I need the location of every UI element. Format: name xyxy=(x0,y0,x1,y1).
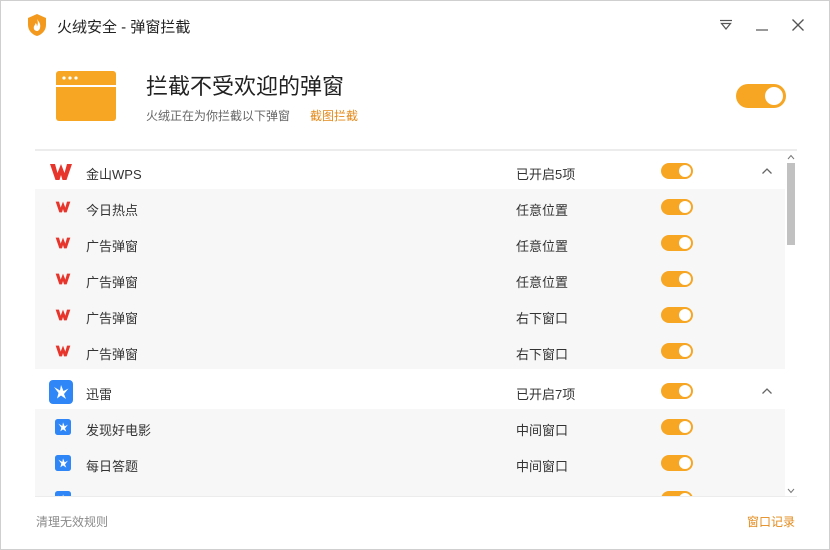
screenshot-block-link[interactable]: 截图拦截 xyxy=(310,107,358,124)
group-row-wps[interactable]: 金山WPS 已开启5项 xyxy=(35,153,785,189)
page-title: 拦截不受欢迎的弹窗 xyxy=(146,74,345,99)
scroll-down-arrow-icon[interactable] xyxy=(787,487,795,495)
page-subtitle: 火绒正在为你拦截以下弹窗 xyxy=(146,109,291,123)
popup-rule-list: 金山WPS 已开启5项 今日热点 任意位置 广告弹窗 任意位置 广告弹窗 任意位… xyxy=(35,149,797,497)
rule-toggle[interactable] xyxy=(661,343,693,359)
rule-row: 广告弹窗 右下窗口 xyxy=(35,333,785,369)
rule-toggle[interactable] xyxy=(661,199,693,215)
master-toggle[interactable] xyxy=(736,84,786,108)
rule-row: 广告弹窗 任意位置 xyxy=(35,225,785,261)
rule-toggle[interactable] xyxy=(661,419,693,435)
rule-name: 广告弹窗 xyxy=(86,275,139,290)
rule-name: 广告弹窗 xyxy=(86,239,139,254)
rule-toggle[interactable] xyxy=(661,235,693,251)
rule-row-partial xyxy=(35,481,785,497)
rule-toggle[interactable] xyxy=(661,455,693,471)
minimize-icon xyxy=(756,29,768,31)
xunlei-icon xyxy=(55,455,71,471)
wps-icon xyxy=(55,307,71,323)
rule-name: 广告弹窗 xyxy=(86,311,139,326)
xunlei-icon xyxy=(55,419,71,435)
scroll-up-arrow-icon[interactable] xyxy=(787,153,795,161)
rule-position: 任意位置 xyxy=(516,203,569,218)
group-row-xunlei[interactable]: 迅雷 已开启7项 xyxy=(35,373,785,409)
rule-position: 右下窗口 xyxy=(516,347,569,362)
wps-icon xyxy=(55,343,71,359)
scrollbar-thumb[interactable] xyxy=(787,163,795,245)
rule-toggle[interactable] xyxy=(661,271,693,287)
rule-position: 任意位置 xyxy=(516,239,569,254)
wps-icon xyxy=(55,199,71,215)
group-name: 金山WPS xyxy=(86,167,142,182)
chevron-up-icon[interactable] xyxy=(761,165,773,177)
app-window: 火绒安全 - 弹窗拦截 拦截不受欢迎的弹窗 火绒正在为你拦截以下弹窗 截图拦截 xyxy=(0,0,830,550)
close-icon xyxy=(792,19,804,31)
wps-icon xyxy=(55,235,71,251)
close-button[interactable] xyxy=(788,15,808,35)
rule-position: 任意位置 xyxy=(516,275,569,290)
rule-row: 发现好电影 中间窗口 xyxy=(35,409,785,445)
window-records-link[interactable]: 窗口记录 xyxy=(747,513,795,530)
rule-name: 今日热点 xyxy=(86,203,139,218)
chevron-up-icon[interactable] xyxy=(761,385,773,397)
rule-row: 今日热点 任意位置 xyxy=(35,189,785,225)
rule-name: 广告弹窗 xyxy=(86,347,139,362)
group-status: 已开启7项 xyxy=(516,387,576,402)
huorong-logo-icon xyxy=(28,14,46,36)
menu-button[interactable] xyxy=(716,15,736,35)
clean-invalid-rules-link[interactable]: 清理无效规则 xyxy=(36,513,108,530)
wps-icon xyxy=(55,271,71,287)
rule-name: 每日答题 xyxy=(86,459,139,474)
group-name: 迅雷 xyxy=(86,387,113,402)
window-title: 火绒安全 - 弹窗拦截 xyxy=(57,19,191,36)
rule-row: 广告弹窗 右下窗口 xyxy=(35,297,785,333)
xunlei-icon xyxy=(55,491,71,497)
rule-position: 中间窗口 xyxy=(516,459,569,474)
rule-toggle[interactable] xyxy=(661,307,693,323)
rule-row: 每日答题 中间窗口 xyxy=(35,445,785,481)
group-status: 已开启5项 xyxy=(516,167,576,182)
rule-toggle[interactable] xyxy=(661,491,693,497)
popup-window-icon xyxy=(56,71,116,121)
group-toggle[interactable] xyxy=(661,163,693,179)
menu-dropdown-icon xyxy=(720,19,732,30)
xunlei-icon xyxy=(49,380,73,404)
title-bar: 火绒安全 - 弹窗拦截 xyxy=(1,1,829,51)
wps-icon xyxy=(49,160,73,184)
rule-position: 右下窗口 xyxy=(516,311,569,326)
rule-name: 发现好电影 xyxy=(86,423,152,438)
minimize-button[interactable] xyxy=(752,15,772,35)
list-scrollbar[interactable] xyxy=(785,151,797,497)
rule-position: 中间窗口 xyxy=(516,423,569,438)
rule-row: 广告弹窗 任意位置 xyxy=(35,261,785,297)
group-toggle[interactable] xyxy=(661,383,693,399)
